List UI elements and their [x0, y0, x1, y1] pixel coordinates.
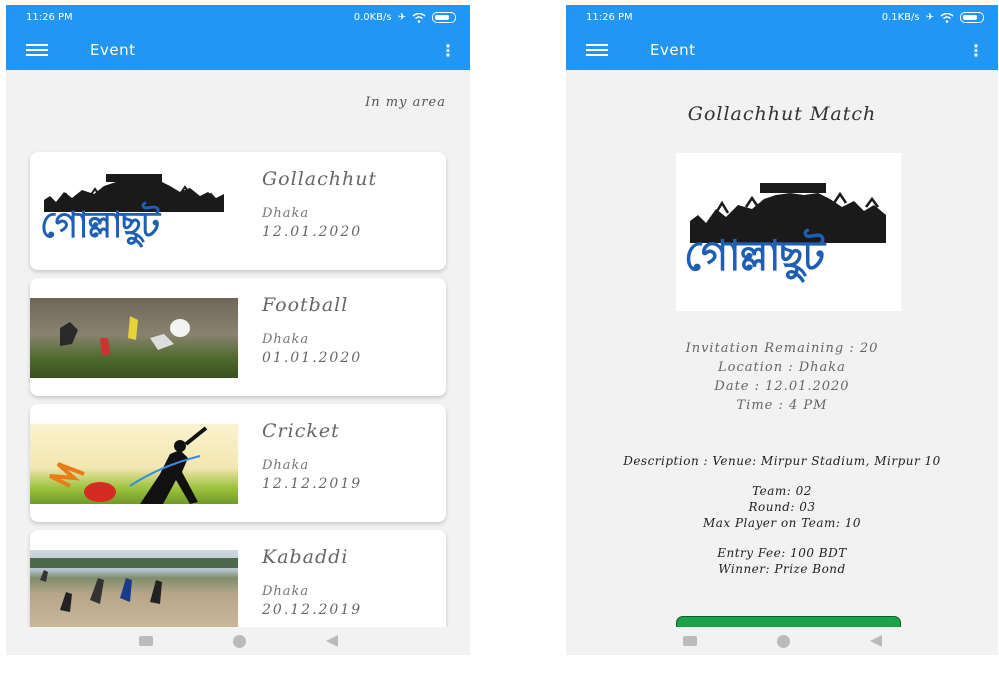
- status-bar: 11:26 PM 0.0KB/s ✈: [6, 5, 470, 30]
- event-list-screen: 11:26 PM 0.0KB/s ✈ Event ⋮ In my area গো…: [6, 5, 470, 655]
- event-name: Football: [262, 294, 349, 316]
- gollachhut-logo: গোল্লাছুট: [30, 172, 238, 252]
- status-time: 11:26 PM: [586, 12, 633, 23]
- event-date: 12.12.2019: [262, 476, 363, 492]
- more-vert-icon[interactable]: ⋮: [440, 41, 456, 60]
- event-name: Gollachhut: [262, 168, 378, 190]
- event-card-football[interactable]: Football Dhaka 01.01.2020: [30, 278, 446, 396]
- event-location: Dhaka: [262, 584, 310, 599]
- app-bar: Event ⋮: [566, 30, 998, 70]
- invitation-remaining: Invitation Remaining : 20: [685, 341, 879, 356]
- system-nav-bar: [6, 627, 470, 655]
- cricket-image: [30, 424, 238, 504]
- kabaddi-image: [30, 550, 238, 630]
- event-location: Location : Dhaka: [718, 360, 846, 375]
- event-prize-details: Entry Fee: 100 BDT Winner: Prize Bond: [566, 545, 998, 577]
- event-detail-screen: 11:26 PM 0.1KB/s ✈ Event ⋮ Gollachhut Ma…: [566, 5, 998, 655]
- event-location: Dhaka: [262, 332, 310, 347]
- wifi-icon: [940, 12, 954, 23]
- event-date: 12.01.2020: [262, 224, 363, 240]
- event-title: Gollachhut Match: [687, 103, 877, 125]
- battery-icon: [960, 12, 984, 23]
- max-player: Max Player on Team: 10: [702, 516, 862, 530]
- gollachhut-logo-text: গোল্লাছুট: [40, 205, 160, 246]
- gollachhut-logo-text: গোল্লাছুট: [684, 231, 825, 280]
- status-bar: 11:26 PM 0.1KB/s ✈: [566, 5, 998, 30]
- event-date: 01.01.2020: [262, 350, 363, 366]
- event-name: Cricket: [262, 420, 340, 442]
- airplane-icon: ✈: [925, 12, 934, 23]
- system-nav-bar: [566, 627, 998, 655]
- back-icon[interactable]: [869, 635, 882, 647]
- recent-apps-icon[interactable]: [138, 636, 153, 646]
- winner-prize: Winner: Prize Bond: [718, 562, 846, 576]
- event-date: 20.12.2019: [262, 602, 363, 618]
- round-count: Round: 03: [748, 500, 816, 514]
- battery-icon: [432, 12, 456, 23]
- more-vert-icon[interactable]: ⋮: [968, 41, 984, 60]
- status-time: 11:26 PM: [26, 12, 73, 23]
- app-bar-title: Event: [650, 41, 696, 59]
- hamburger-icon[interactable]: [26, 44, 48, 56]
- recent-apps-icon[interactable]: [682, 636, 697, 646]
- event-location: Dhaka: [262, 206, 310, 221]
- event-card-cricket[interactable]: Cricket Dhaka 12.12.2019: [30, 404, 446, 522]
- in-my-area-link[interactable]: In my area: [365, 95, 446, 110]
- network-speed: 0.1KB/s: [881, 12, 920, 23]
- event-location: Dhaka: [262, 458, 310, 473]
- event-team-details: Team: 02 Round: 03 Max Player on Team: 1…: [566, 483, 998, 531]
- event-name: Kabaddi: [262, 546, 349, 568]
- event-info: Invitation Remaining : 20 Location : Dha…: [566, 339, 998, 415]
- app-bar-title: Event: [90, 41, 136, 59]
- event-card-gollachhut[interactable]: গোল্লাছুট Gollachhut Dhaka 12.01.2020: [30, 152, 446, 270]
- hamburger-icon[interactable]: [586, 44, 608, 56]
- app-bar: Event ⋮: [6, 30, 470, 70]
- home-icon[interactable]: [776, 634, 790, 648]
- event-date: Date : 12.01.2020: [714, 379, 850, 394]
- event-description: Description : Venue: Mirpur Stadium, Mir…: [623, 454, 941, 468]
- network-speed: 0.0KB/s: [353, 12, 392, 23]
- home-icon[interactable]: [232, 634, 246, 648]
- gollachhut-logo: গোল্লাছুট: [676, 153, 901, 311]
- event-time: Time : 4 PM: [736, 398, 828, 413]
- wifi-icon: [412, 12, 426, 23]
- airplane-icon: ✈: [397, 12, 406, 23]
- entry-fee: Entry Fee: 100 BDT: [717, 546, 847, 560]
- team-count: Team: 02: [752, 484, 812, 498]
- football-image: [30, 298, 238, 378]
- back-icon[interactable]: [325, 635, 338, 647]
